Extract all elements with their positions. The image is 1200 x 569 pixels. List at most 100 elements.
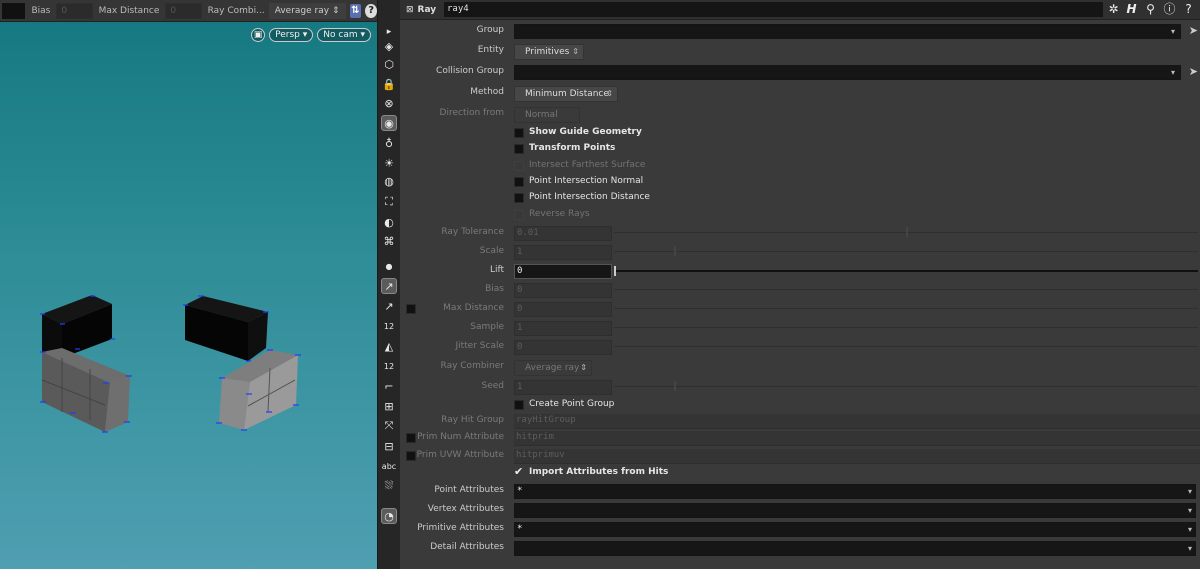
group-dropdown-icon[interactable]: ▾ <box>1167 25 1179 38</box>
camera-menu-button[interactable]: No cam ▾ <box>317 28 371 42</box>
camera-icon[interactable]: ⌘ <box>381 233 397 249</box>
handle-settings-icon[interactable]: ⇅ <box>349 3 362 18</box>
eye-visibility-icon[interactable]: ◈ <box>381 38 397 54</box>
group-field[interactable] <box>514 24 1181 39</box>
help-icon[interactable]: ? <box>1181 2 1196 17</box>
jitter-scale-field[interactable]: 0 <box>514 340 612 355</box>
jitter-scale-slider[interactable] <box>614 346 1198 347</box>
vertex-icon[interactable]: ⌐ <box>381 378 397 394</box>
prim-num-attr-toggle[interactable] <box>406 433 416 443</box>
op-bias-field[interactable]: 0 <box>56 2 93 19</box>
slider-handle[interactable] <box>614 266 616 276</box>
chevron-down-icon[interactable]: ▾ <box>1184 485 1196 498</box>
group-display-icon[interactable]: ⛆ <box>381 478 397 494</box>
scene-viewport[interactable]: Bias 0 Max Distance 0 Ray Combi... Avera… <box>0 0 377 569</box>
lightbulb-icon[interactable]: ♁ <box>381 135 397 151</box>
houdini-h-icon[interactable]: H <box>1124 2 1139 17</box>
connectivity-icon[interactable]: ⤧ <box>381 418 397 434</box>
sample-field[interactable]: 1 <box>514 321 612 336</box>
max-distance-slider[interactable] <box>614 308 1198 309</box>
point-dot-icon[interactable]: ● <box>381 258 397 274</box>
point-normal-icon[interactable]: ↗ <box>381 298 397 314</box>
lock-camera-button[interactable]: ▣ <box>251 28 266 42</box>
scale-slider[interactable] <box>614 246 1198 256</box>
collision-group-field[interactable] <box>514 65 1181 80</box>
direction-from-select[interactable]: Normal <box>514 107 580 123</box>
max-distance-toggle[interactable] <box>406 304 416 314</box>
point-int-normal-row: Point Intersection Normal <box>400 174 1200 191</box>
prim-normal-icon[interactable]: ◭ <box>381 338 397 354</box>
entity-label: Entity <box>477 45 504 55</box>
persp-menu-button[interactable]: Persp ▾ <box>269 28 314 42</box>
persp-label: Persp <box>275 30 300 40</box>
reverse-rays-checkbox[interactable] <box>514 210 524 220</box>
node-name-field[interactable]: ray4 <box>444 2 1103 17</box>
point-attrs-field[interactable]: * <box>514 484 1196 499</box>
hide-icon[interactable]: ⊗ <box>381 95 397 111</box>
point-numbers-icon[interactable]: 12 <box>381 318 397 334</box>
seed-field[interactable]: 1 <box>514 380 612 395</box>
ghost-icon[interactable]: ◐ <box>381 214 397 230</box>
op-maxdist-field[interactable]: 0 <box>165 2 202 19</box>
group-row: Group ▾ ➤ <box>400 23 1200 40</box>
direction-from-value: Normal <box>525 110 558 120</box>
info-icon[interactable]: ⓘ <box>1162 2 1177 17</box>
select-visible-icon[interactable]: ⬡ <box>381 56 397 72</box>
normal-display-icon[interactable]: ↗ <box>381 278 397 294</box>
chevron-down-icon[interactable]: ▾ <box>1184 504 1196 517</box>
lock-icon[interactable]: 🔒 <box>381 76 397 92</box>
point-int-distance-checkbox[interactable] <box>514 193 524 203</box>
detail-attrs-field[interactable] <box>514 541 1196 556</box>
viewport-op-dark-field[interactable] <box>2 2 26 19</box>
bias-field[interactable]: 0 <box>514 283 612 298</box>
lift-field[interactable]: 0 <box>514 264 612 279</box>
intersect-farthest-checkbox[interactable] <box>514 161 524 171</box>
ray-hit-group-field[interactable]: rayHitGroup <box>514 414 1200 429</box>
prim-uvw-attr-toggle[interactable] <box>406 451 416 461</box>
op-raycombiner-select[interactable]: Average ray ⇕ <box>268 2 346 19</box>
chevron-down-icon[interactable]: ▾ <box>1184 523 1196 536</box>
primitive-attrs-field[interactable]: * <box>514 522 1196 537</box>
shape-icon[interactable]: ⊟ <box>381 438 397 454</box>
entity-select[interactable]: Primitives ⇕ <box>514 44 584 60</box>
seed-slider[interactable] <box>614 381 1198 391</box>
create-point-group-checkbox[interactable] <box>514 400 524 410</box>
help-icon[interactable]: ? <box>365 3 377 18</box>
vertex-attrs-field[interactable] <box>514 503 1196 518</box>
headlight-icon[interactable]: ☀ <box>381 155 397 171</box>
transform-icon[interactable]: ⊞ <box>381 398 397 414</box>
checkmark-icon[interactable]: ✔ <box>514 466 524 477</box>
display-options-icon[interactable]: ◔ <box>381 508 397 524</box>
op-raycombiner-label: Ray Combi... <box>207 5 265 16</box>
method-label: Method <box>470 87 504 97</box>
bias-slider[interactable] <box>614 289 1198 290</box>
select-arrow-icon[interactable]: ➤ <box>1189 65 1198 78</box>
point-int-normal-checkbox[interactable] <box>514 177 524 187</box>
show-guide-checkbox[interactable] <box>514 128 524 138</box>
chevron-down-icon[interactable]: ▾ <box>1184 542 1196 555</box>
max-distance-field[interactable]: 0 <box>514 302 612 317</box>
transform-points-checkbox[interactable] <box>514 144 524 154</box>
point-numbers-label: 12 <box>383 321 395 331</box>
sample-slider[interactable] <box>614 327 1198 328</box>
detail-attrs-label: Detail Attributes <box>430 542 504 552</box>
prim-num-attr-label: Prim Num Attribute <box>417 432 504 442</box>
prim-uvw-attr-field[interactable]: hitprimuv <box>514 449 1200 464</box>
collision-group-dropdown-icon[interactable]: ▾ <box>1167 66 1179 79</box>
gear-icon[interactable]: ✲ <box>1106 2 1121 17</box>
snapping-icon[interactable]: ⛶ <box>381 194 397 210</box>
ray-combiner-select[interactable]: Average ray ⇕ <box>514 360 592 376</box>
light-placement-icon[interactable]: ◍ <box>381 173 397 189</box>
search-icon[interactable]: ⚲ <box>1143 2 1158 17</box>
ray-tolerance-field[interactable]: 0.01 <box>514 226 612 241</box>
ray-tolerance-slider[interactable] <box>614 227 1198 237</box>
wireframe-shaded-icon[interactable]: ◉ <box>381 115 397 131</box>
lift-slider[interactable] <box>614 266 1198 276</box>
prim-numbers-icon[interactable]: 12 <box>381 358 397 374</box>
ray-combiner-value: Average ray <box>525 363 580 373</box>
select-arrow-icon[interactable]: ➤ <box>1189 24 1198 37</box>
prim-num-attr-field[interactable]: hitprim <box>514 431 1200 446</box>
scale-field[interactable]: 1 <box>514 245 612 260</box>
text-label-icon[interactable]: abc <box>381 458 397 474</box>
method-select[interactable]: Minimum Distance ⇕ <box>514 86 618 102</box>
